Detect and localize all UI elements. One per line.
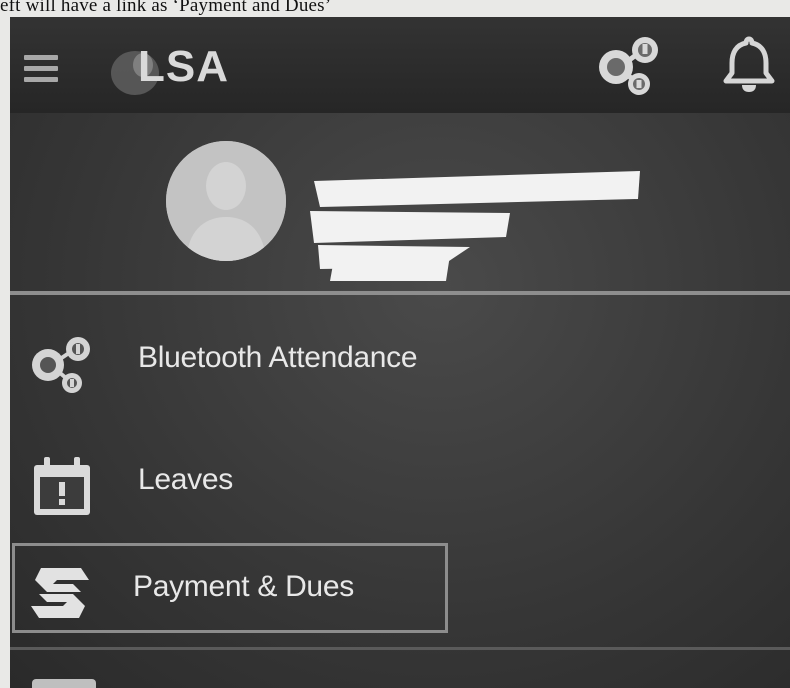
menu-item-leaves[interactable]: Leaves bbox=[20, 437, 460, 531]
app-screen: LSA Bluetooth Attendance Leaves Payment … bbox=[10, 17, 790, 688]
top-app-bar: LSA bbox=[10, 17, 790, 113]
menu-item-payment-dues[interactable]: Payment & Dues bbox=[12, 543, 448, 633]
user-silhouette-icon bbox=[166, 141, 286, 261]
menu-item-label: Payment & Dues bbox=[133, 570, 354, 603]
document-caption: eft will have a link as ‘Payment and Due… bbox=[0, 0, 332, 16]
redacted-user-name bbox=[310, 171, 640, 281]
profile-header bbox=[10, 113, 790, 293]
bluetooth-attendance-icon[interactable] bbox=[592, 29, 664, 101]
menu-item-label: Leaves bbox=[138, 463, 233, 496]
menu-item-label: Bluetooth Attendance bbox=[138, 341, 418, 374]
payment-dues-icon bbox=[31, 568, 89, 618]
app-logo[interactable]: LSA bbox=[138, 37, 229, 97]
bluetooth-attendance-icon bbox=[32, 337, 90, 393]
calendar-alert-icon bbox=[34, 457, 90, 515]
avatar[interactable] bbox=[166, 141, 286, 261]
hamburger-icon[interactable] bbox=[24, 55, 58, 85]
menu-divider bbox=[10, 647, 790, 650]
next-menu-item-icon[interactable] bbox=[32, 679, 96, 688]
menu-item-bluetooth-attendance[interactable]: Bluetooth Attendance bbox=[20, 315, 460, 409]
bell-icon[interactable] bbox=[718, 33, 780, 95]
header-divider bbox=[10, 291, 790, 295]
